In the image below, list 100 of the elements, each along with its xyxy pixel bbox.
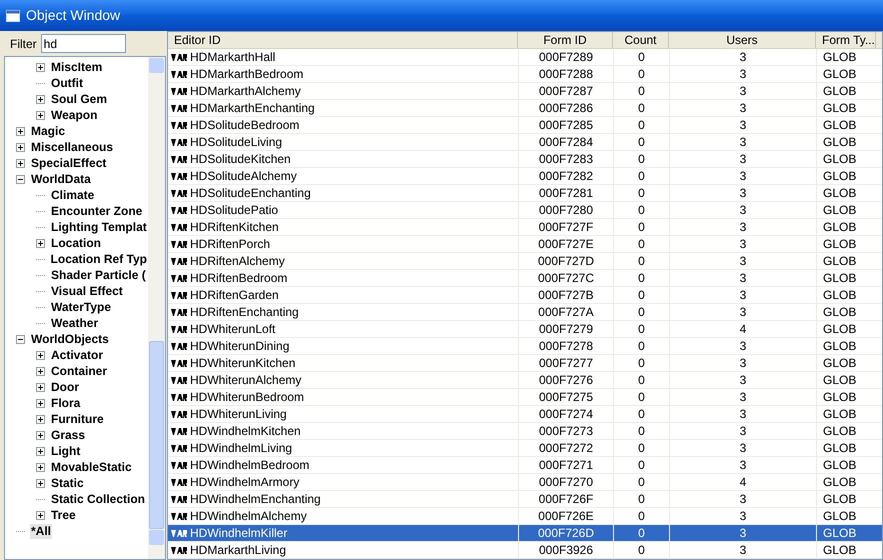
expand-icon[interactable] (36, 446, 45, 456)
table-row[interactable]: HDRiftenBedroom 000F727C 0 3 GLOB (168, 270, 882, 287)
table-row[interactable]: HDSolitudeKitchen 000F7283 0 3 GLOB (168, 151, 882, 168)
table-cell: 000F7274 (538, 406, 594, 422)
tree-item[interactable]: Container (50, 364, 108, 378)
tree-item[interactable]: Door (50, 380, 80, 394)
table-cell: 3 (740, 202, 746, 218)
tree-item[interactable]: Outfit (50, 76, 84, 90)
table-row[interactable]: HDRiftenEnchanting 000F727A 0 3 GLOB (168, 304, 882, 321)
collapse-icon[interactable] (16, 334, 25, 344)
table-cell: GLOB (823, 168, 856, 184)
table-row[interactable]: HDWindhelmEnchanting 000F726F 0 3 GLOB (168, 491, 882, 508)
tree-item[interactable]: Shader Particle ( (50, 268, 147, 282)
table-row[interactable]: HDRiftenKitchen 000F727F 0 3 GLOB (168, 219, 882, 236)
tree-item[interactable]: Static Collection (50, 492, 146, 506)
table-cell: 0 (638, 134, 645, 150)
table-row[interactable]: HDSolitudeBedroom 000F7285 0 3 GLOB (168, 117, 882, 134)
table-row[interactable]: HDRiftenPorch 000F727E 0 3 GLOB (168, 236, 882, 253)
table-row[interactable]: HDSolitudePatio 000F7280 0 3 GLOB (168, 202, 882, 219)
table-cell: 0 (638, 474, 645, 490)
column-header[interactable]: Count (613, 32, 669, 48)
expand-icon[interactable] (16, 126, 25, 136)
expand-icon[interactable] (36, 414, 45, 424)
table-cell: GLOB (823, 321, 856, 337)
tree-item[interactable]: Visual Effect (50, 284, 124, 298)
table-row[interactable]: HDRiftenAlchemy 000F727D 0 3 GLOB (168, 253, 882, 270)
table-row[interactable]: HDWindhelmBedroom 000F7271 0 3 GLOB (168, 457, 882, 474)
tree-item[interactable]: Grass (50, 428, 86, 442)
table-cell: 3 (740, 525, 746, 541)
table-row[interactable]: HDWindhelmKitchen 000F7273 0 3 GLOB (168, 423, 882, 440)
expand-icon[interactable] (36, 366, 45, 376)
table-row[interactable]: HDRiftenGarden 000F727B 0 3 GLOB (168, 287, 882, 304)
filter-field[interactable]: hd (40, 34, 126, 53)
table-row[interactable]: HDWhiterunBedroom 000F7275 0 3 GLOB (168, 389, 882, 406)
expand-icon[interactable] (16, 142, 25, 152)
table-cell: HDWindhelmLiving (190, 440, 292, 456)
expand-icon[interactable] (36, 462, 45, 472)
tree-item[interactable]: WorldData (30, 172, 92, 186)
expand-icon[interactable] (36, 478, 45, 488)
tree-item[interactable]: Tree (50, 508, 77, 522)
expand-icon[interactable] (16, 158, 25, 168)
table-cell: 000F7289 (538, 49, 594, 65)
table-row[interactable]: HDMarkarthBedroom 000F7288 0 3 GLOB (168, 66, 882, 83)
table-row[interactable]: HDWhiterunLiving 000F7274 0 3 GLOB (168, 406, 882, 423)
tree-item[interactable]: Activator (50, 348, 104, 362)
table-row[interactable]: HDWindhelmLiving 000F7272 0 3 GLOB (168, 440, 882, 457)
tree-item[interactable]: MiscItem (50, 60, 104, 74)
table-cell: 000F7275 (538, 389, 594, 405)
collapse-icon[interactable] (16, 174, 25, 184)
expand-icon[interactable] (36, 398, 45, 408)
table-row[interactable]: HDSolitudeEnchanting 000F7281 0 3 GLOB (168, 185, 882, 202)
tree-item[interactable]: SpecialEffect (30, 156, 108, 170)
tree-item[interactable]: Furniture (50, 412, 105, 426)
column-header[interactable]: Editor ID (168, 32, 518, 48)
expand-icon[interactable] (36, 94, 45, 104)
table-row[interactable]: HDSolitudeAlchemy 000F7282 0 3 GLOB (168, 168, 882, 185)
tree-item[interactable]: Location (50, 236, 102, 250)
tree-item[interactable]: Miscellaneous (30, 140, 114, 154)
table-row[interactable]: HDWindhelmArmory 000F7270 0 4 GLOB (168, 474, 882, 491)
tree-item[interactable]: Flora (50, 396, 82, 410)
table-row[interactable]: HDMarkarthHall 000F7289 0 3 GLOB (168, 49, 882, 66)
expand-icon[interactable] (36, 110, 45, 120)
table-row[interactable]: HDSolitudeLiving 000F7284 0 3 GLOB (168, 134, 882, 151)
tree-item[interactable]: MovableStatic (50, 460, 133, 474)
table-row[interactable]: HDMarkarthLiving 000F3926 0 3 GLOB (168, 542, 882, 559)
expand-icon[interactable] (36, 510, 45, 520)
table-row[interactable]: HDWhiterunDining 000F7278 0 3 GLOB (168, 338, 882, 355)
expand-icon[interactable] (36, 350, 45, 360)
tree-item[interactable]: WaterType (50, 300, 112, 314)
tree-item[interactable]: Light (50, 444, 82, 458)
table-row[interactable]: HDWhiterunAlchemy 000F7276 0 3 GLOB (168, 372, 882, 389)
variable-icon (171, 376, 188, 384)
tree-item[interactable]: Magic (30, 124, 66, 138)
tree-item[interactable]: Location Ref Typ (50, 252, 148, 266)
tree-item[interactable]: *All (30, 524, 52, 538)
expand-icon[interactable] (36, 430, 45, 440)
table-cell: 3 (740, 440, 746, 456)
tree-item[interactable]: Lighting Templat (50, 220, 148, 234)
tree-item[interactable]: Climate (50, 188, 96, 202)
tree-item[interactable]: WorldObjects (30, 332, 110, 346)
expand-icon[interactable] (36, 62, 45, 72)
table-row[interactable]: HDMarkarthAlchemy 000F7287 0 3 GLOB (168, 83, 882, 100)
table-cell: 3 (740, 185, 746, 201)
column-header[interactable]: Form Ty... (816, 32, 876, 48)
tree-item[interactable]: Static (50, 476, 85, 490)
table-row[interactable]: HDWhiterunKitchen 000F7277 0 3 GLOB (168, 355, 882, 372)
table-cell: HDSolitudePatio (190, 202, 278, 218)
table-row[interactable]: HDWhiterunLoft 000F7279 0 4 GLOB (168, 321, 882, 338)
tree-item[interactable]: Weather (50, 316, 100, 330)
table-cell: HDWhiterunBedroom (190, 389, 304, 405)
column-header[interactable]: Users (669, 32, 816, 48)
expand-icon[interactable] (36, 238, 45, 248)
tree-item[interactable]: Weapon (50, 108, 98, 122)
expand-icon[interactable] (36, 382, 45, 392)
table-row[interactable]: HDMarkarthEnchanting 000F7286 0 3 GLOB (168, 100, 882, 117)
tree-item[interactable]: Soul Gem (50, 92, 108, 106)
column-header[interactable]: Form ID (518, 32, 613, 48)
vertical-scrollbar[interactable] (148, 57, 165, 559)
tree-item[interactable]: Encounter Zone (50, 204, 144, 218)
table-row[interactable]: HDWindhelmKiller 000F726D 0 3 GLOB (168, 525, 882, 542)
